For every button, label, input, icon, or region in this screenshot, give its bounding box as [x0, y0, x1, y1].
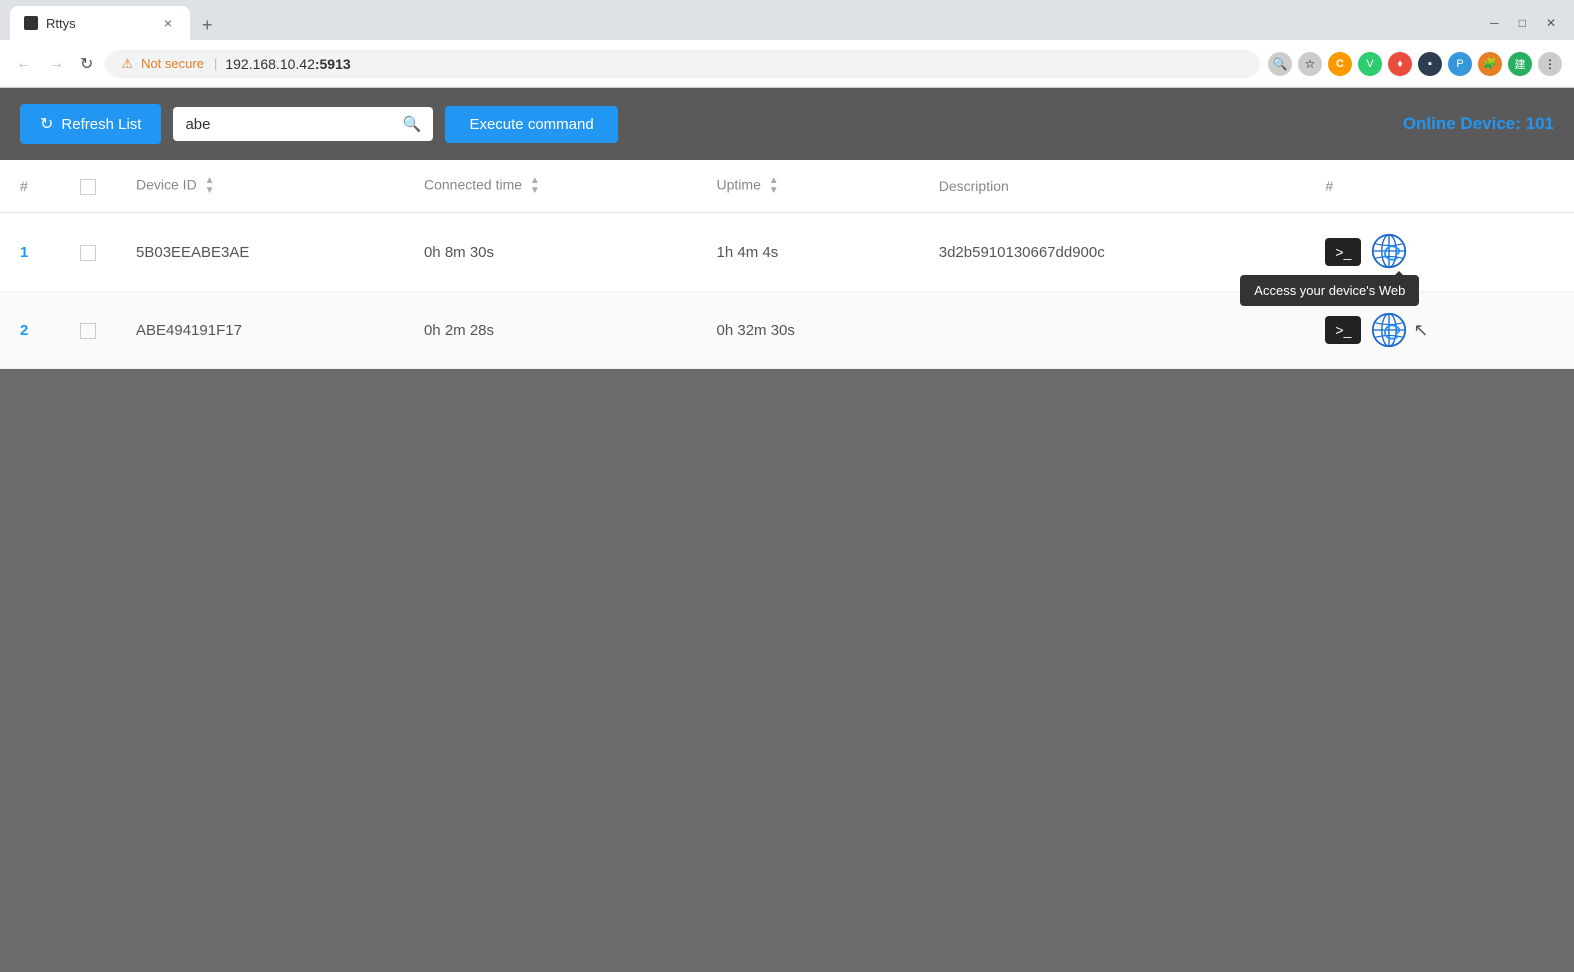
col-label-connected-time: Connected time	[424, 177, 522, 193]
ext-2: V	[1358, 52, 1382, 76]
row-checkbox[interactable]	[80, 245, 96, 261]
row-num: 2	[0, 292, 60, 369]
address-bar: ← → ↻ ⚠ Not secure | 192.168.10.42:5913 …	[0, 40, 1574, 88]
back-button[interactable]: ←	[12, 51, 36, 77]
sort-connected-time-icon: ▲▼	[530, 176, 540, 196]
tab-close-button[interactable]: ×	[160, 13, 176, 33]
browser-extensions: 🔍 ☆ C V ♦ ▪ P 🧩 建 ⋮	[1268, 52, 1562, 76]
close-button[interactable]: ✕	[1538, 12, 1564, 34]
ext-star-icon: ☆	[1298, 52, 1322, 76]
table-row: 1 5B03EEABE3AE 0h 8m 30s 1h 4m 4s	[0, 213, 1574, 292]
web-button[interactable]	[1369, 231, 1409, 271]
col-label-uptime: Uptime	[717, 177, 761, 193]
row-device-id: 5B03EEABE3AE	[116, 213, 404, 292]
col-label-description: Description	[939, 178, 1009, 194]
tab-bar: Rttys × +	[10, 6, 1482, 40]
actions-cell: >_	[1325, 310, 1554, 350]
row-uptime: 0h 32m 30s	[697, 292, 919, 369]
row-uptime: 1h 4m 4s	[697, 213, 919, 292]
sort-uptime-icon: ▲▼	[769, 176, 779, 196]
execute-label: Execute command	[469, 116, 593, 133]
minimize-button[interactable]: ─	[1482, 12, 1507, 34]
address-port: :5913	[315, 56, 351, 72]
web-icon	[1371, 233, 1407, 269]
table-wrap: # Device ID ▲▼ Connected time ▲▼	[0, 160, 1574, 369]
execute-command-button[interactable]: Execute command	[445, 106, 617, 143]
table-header: # Device ID ▲▼ Connected time ▲▼	[0, 160, 1574, 213]
toolbar-left: ↻ Refresh List 🔍 Execute command	[20, 104, 618, 144]
devices-table: # Device ID ▲▼ Connected time ▲▼	[0, 160, 1574, 369]
row-num: 1	[0, 213, 60, 292]
app-content: ↻ Refresh List 🔍 Execute command Online …	[0, 88, 1574, 369]
title-bar: Rttys × + ─ □ ✕	[0, 0, 1574, 40]
col-header-connected-time[interactable]: Connected time ▲▼	[404, 160, 697, 213]
row-connected-time: 0h 8m 30s	[404, 213, 697, 292]
row-connected-time: 0h 2m 28s	[404, 292, 697, 369]
row-checkbox-cell	[60, 292, 116, 369]
ext-6: 🧩	[1478, 52, 1502, 76]
col-header-actions: #	[1305, 160, 1574, 213]
row-actions: >_	[1305, 213, 1574, 292]
col-header-cb	[60, 160, 116, 213]
terminal-icon: >_	[1335, 322, 1351, 338]
web-button[interactable]	[1369, 310, 1409, 350]
actions-cell: >_	[1325, 231, 1554, 273]
ext-3: ♦	[1388, 52, 1412, 76]
address-separator: |	[214, 56, 217, 71]
row-checkbox[interactable]	[80, 323, 96, 339]
table-body: 1 5B03EEABE3AE 0h 8m 30s 1h 4m 4s	[0, 213, 1574, 369]
terminal-icon: >_	[1335, 244, 1351, 260]
terminal-button[interactable]: >_	[1325, 316, 1361, 344]
ext-7: 建	[1508, 52, 1532, 76]
maximize-button[interactable]: □	[1511, 12, 1534, 34]
tab-favicon	[24, 16, 38, 30]
refresh-icon: ↻	[40, 114, 53, 134]
reload-button[interactable]: ↻	[76, 50, 97, 78]
search-input[interactable]	[185, 116, 394, 133]
not-secure-label: Not secure	[141, 56, 204, 71]
forward-button[interactable]: →	[44, 51, 68, 77]
col-header-description: Description	[919, 160, 1306, 213]
window-controls: ─ □ ✕	[1482, 12, 1564, 34]
web-tooltip: Access your device's Web	[1240, 275, 1419, 306]
new-tab-button[interactable]: +	[194, 11, 221, 40]
col-label-device-id: Device ID	[136, 177, 197, 193]
lock-icon: ⚠	[121, 56, 133, 72]
ext-menu[interactable]: ⋮	[1538, 52, 1562, 76]
address-text: 192.168.10.42:5913	[225, 56, 1244, 72]
active-tab[interactable]: Rttys ×	[10, 6, 190, 40]
ext-search-icon: 🔍	[1268, 52, 1292, 76]
select-all-checkbox[interactable]	[80, 179, 96, 195]
tab-title: Rttys	[46, 16, 76, 31]
col-header-hash: #	[0, 160, 60, 213]
search-wrap: 🔍	[173, 107, 433, 141]
ext-4: ▪	[1418, 52, 1442, 76]
address-input-wrap[interactable]: ⚠ Not secure | 192.168.10.42:5913	[105, 50, 1260, 78]
col-header-device-id[interactable]: Device ID ▲▼	[116, 160, 404, 213]
search-icon: 🔍	[403, 115, 422, 133]
row-checkbox-cell	[60, 213, 116, 292]
ext-5: P	[1448, 52, 1472, 76]
refresh-button[interactable]: ↻ Refresh List	[20, 104, 161, 144]
row-device-id: ABE494191F17	[116, 292, 404, 369]
address-host: 192.168.10.42	[225, 56, 315, 72]
refresh-label: Refresh List	[61, 116, 141, 133]
ext-1: C	[1328, 52, 1352, 76]
web-button-wrap: Access your device's Web	[1369, 231, 1409, 273]
sort-device-id-icon: ▲▼	[205, 176, 215, 196]
col-header-uptime[interactable]: Uptime ▲▼	[697, 160, 919, 213]
cursor-indicator: ↖	[1413, 320, 1428, 341]
online-count: Online Device: 101	[1403, 114, 1554, 134]
terminal-button[interactable]: >_	[1325, 238, 1361, 266]
web-icon	[1371, 312, 1407, 348]
toolbar: ↻ Refresh List 🔍 Execute command Online …	[0, 88, 1574, 160]
browser-frame: Rttys × + ─ □ ✕ ← → ↻ ⚠ Not secure | 192…	[0, 0, 1574, 369]
